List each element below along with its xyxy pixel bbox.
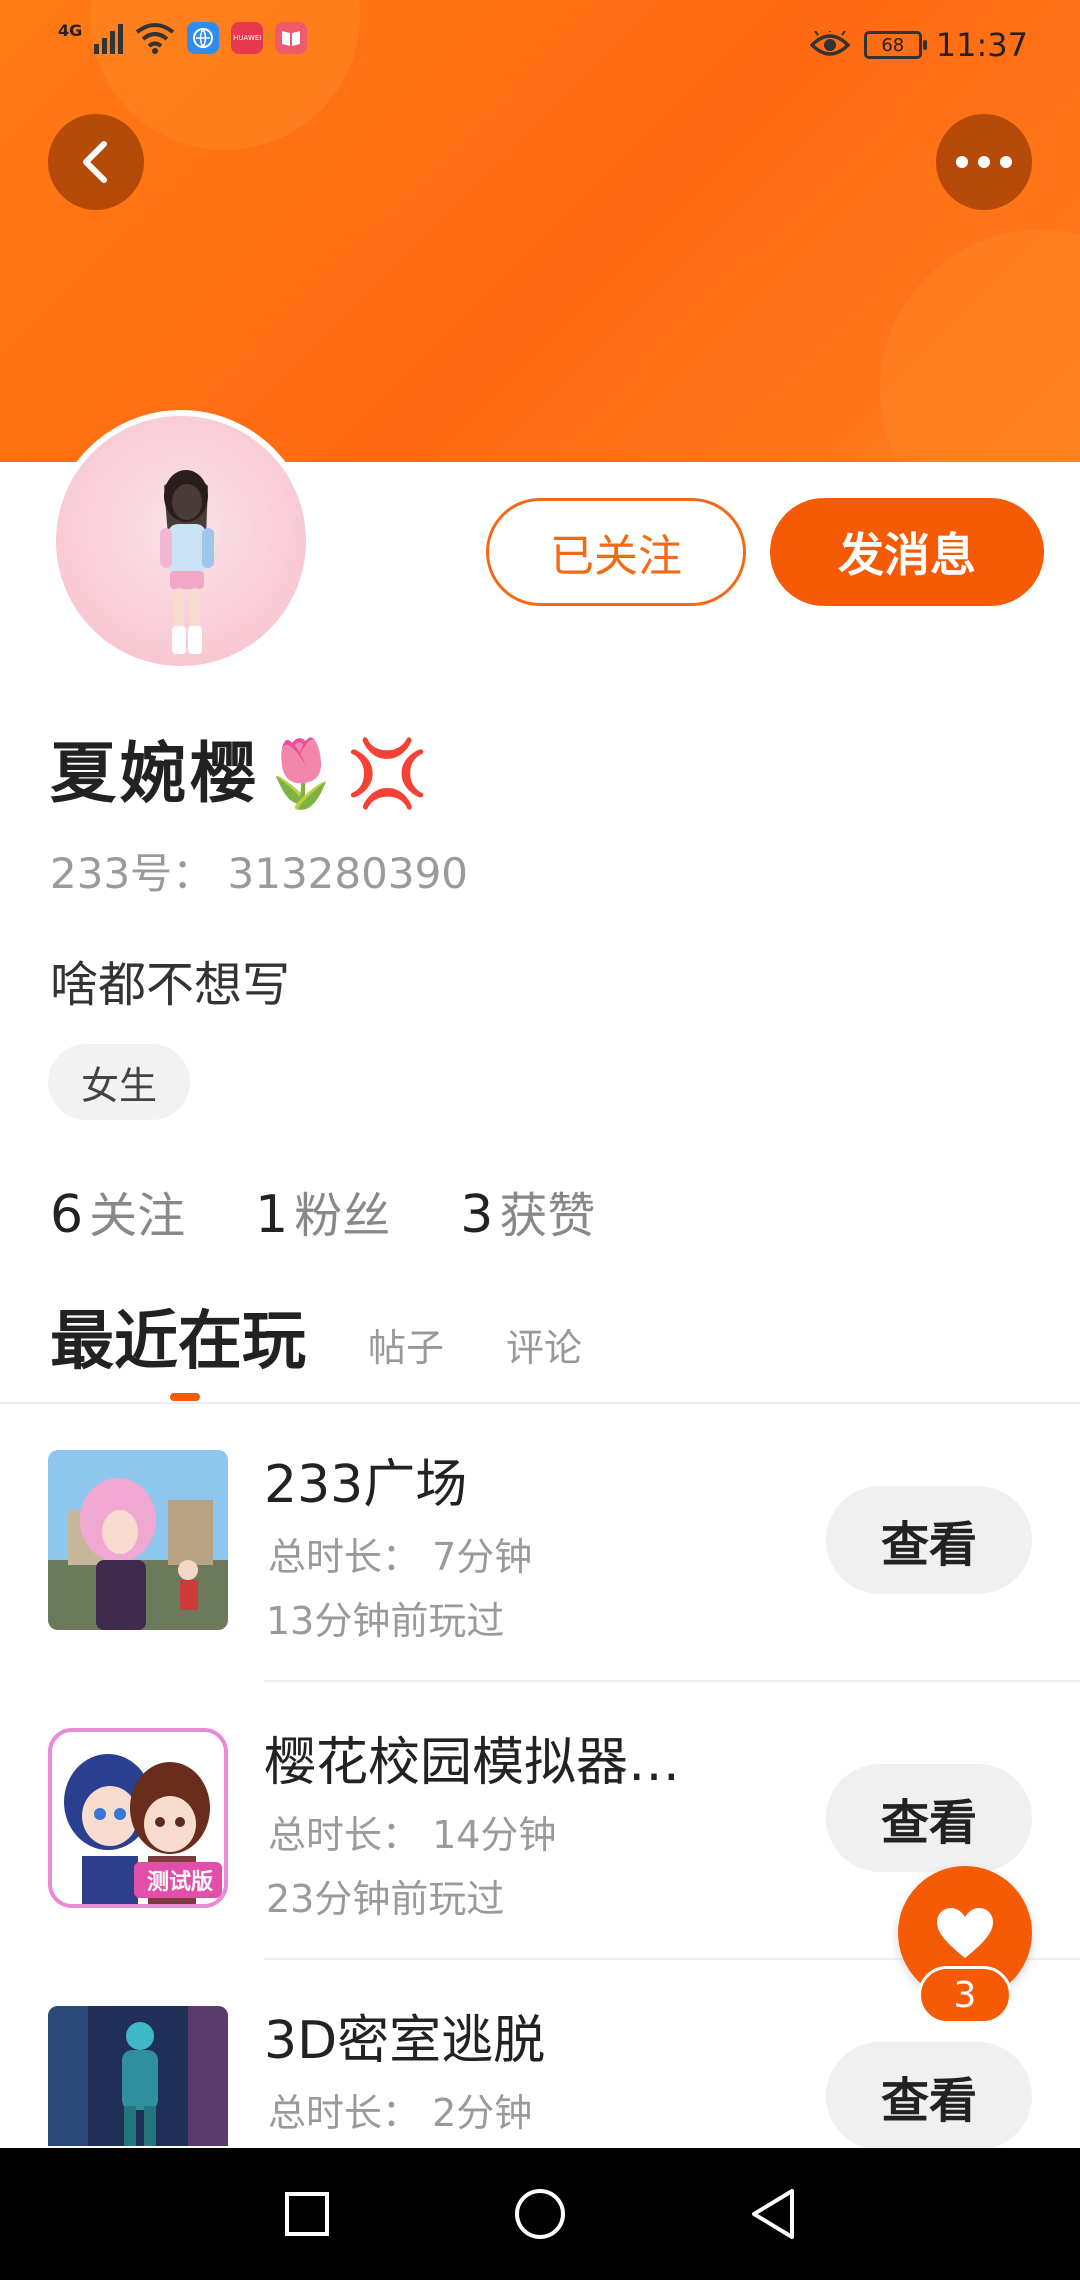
game-duration: 总时长： 7分钟 xyxy=(268,1535,533,1579)
status-left: 4G HUAWEI xyxy=(58,21,308,54)
profile-stats: 6 关注 1 粉丝 3 获赞 xyxy=(50,1176,595,1246)
avatar[interactable] xyxy=(50,410,312,672)
game-thumb-badge: 测试版 xyxy=(146,1870,213,1895)
tab-comments[interactable]: 评论 xyxy=(506,1317,582,1382)
send-message-button[interactable]: 发消息 xyxy=(770,498,1044,606)
more-dots-icon xyxy=(956,156,1012,168)
home-icon xyxy=(514,2189,565,2239)
view-button[interactable]: 查看 xyxy=(826,1764,1032,1872)
status-bar: 4G HUAWEI 68 11:37 xyxy=(0,0,1080,90)
more-button[interactable] xyxy=(936,114,1032,210)
clock: 11:37 xyxy=(935,26,1028,64)
likes-label: 获赞 xyxy=(499,1188,596,1244)
likes-stat: 3 获赞 xyxy=(460,1176,595,1246)
following-stat[interactable]: 6 关注 xyxy=(50,1176,185,1246)
profile-tabs: 最近在玩 帖子 评论 xyxy=(50,1290,582,1382)
signal-icon xyxy=(94,22,124,54)
battery-icon: 68 xyxy=(863,31,927,59)
list-item[interactable]: 233广场 总时长： 7分钟 13分钟前玩过 查看 xyxy=(0,1404,1080,1682)
huawei-app-icon: HUAWEI xyxy=(231,22,264,54)
back-triangle-icon xyxy=(752,2189,795,2239)
banner-decoration xyxy=(880,230,1080,462)
eye-comfort-icon xyxy=(809,31,850,56)
back-button[interactable] xyxy=(48,114,144,210)
home-button[interactable] xyxy=(505,2179,575,2249)
following-count: 6 xyxy=(50,1185,84,1245)
view-button[interactable]: 查看 xyxy=(826,1486,1032,1594)
game-thumbnail xyxy=(48,2006,228,2146)
recent-apps-button[interactable] xyxy=(272,2179,342,2249)
game-title: 樱花校园模拟器… xyxy=(264,1733,681,1793)
battery-level: 68 xyxy=(881,34,905,56)
followers-stat[interactable]: 1 粉丝 xyxy=(255,1176,390,1246)
following-label: 关注 xyxy=(89,1188,186,1244)
game-thumbnail xyxy=(48,1450,228,1630)
back-nav-button[interactable] xyxy=(738,2179,808,2249)
recent-apps-icon xyxy=(284,2192,329,2236)
huawei-app-label: HUAWEI xyxy=(233,34,262,42)
game-thumbnail: 测试版 xyxy=(48,1728,228,1908)
game-title: 233广场 xyxy=(264,1455,468,1515)
book-app-icon xyxy=(275,22,308,54)
game-duration: 总时长： 2分钟 xyxy=(268,2091,533,2135)
view-button[interactable]: 查看 xyxy=(826,2042,1032,2150)
heart-icon xyxy=(937,1908,993,1958)
followers-count: 1 xyxy=(255,1185,289,1245)
tab-indicator xyxy=(170,1393,200,1401)
profile-name: 夏婉樱🌷💢 xyxy=(50,735,433,812)
system-nav-bar xyxy=(0,2148,1080,2280)
wifi-icon xyxy=(136,23,175,54)
game-last-played: 23分钟前玩过 xyxy=(266,1877,505,1921)
profile-bio: 啥都不想写 xyxy=(50,957,291,1013)
profile-id: 233号： 313280390 xyxy=(50,849,469,898)
tab-recently-played[interactable]: 最近在玩 xyxy=(50,1290,306,1382)
game-duration: 总时长： 14分钟 xyxy=(268,1813,557,1857)
followed-button[interactable]: 已关注 xyxy=(486,498,746,606)
game-last-played: 13分钟前玩过 xyxy=(266,1599,505,1643)
followers-label: 粉丝 xyxy=(294,1188,391,1244)
chevron-left-icon xyxy=(83,141,107,183)
game-title: 3D密室逃脱 xyxy=(264,2011,546,2071)
tab-posts[interactable]: 帖子 xyxy=(368,1317,444,1382)
status-right: 68 11:37 xyxy=(809,26,1028,64)
likes-count: 3 xyxy=(460,1185,494,1245)
avatar-figure-icon xyxy=(160,470,214,654)
network-type: 4G xyxy=(58,21,83,40)
browser-app-icon xyxy=(187,22,220,54)
like-count-badge: 3 xyxy=(918,1966,1012,2024)
gender-tag: 女生 xyxy=(48,1044,190,1120)
